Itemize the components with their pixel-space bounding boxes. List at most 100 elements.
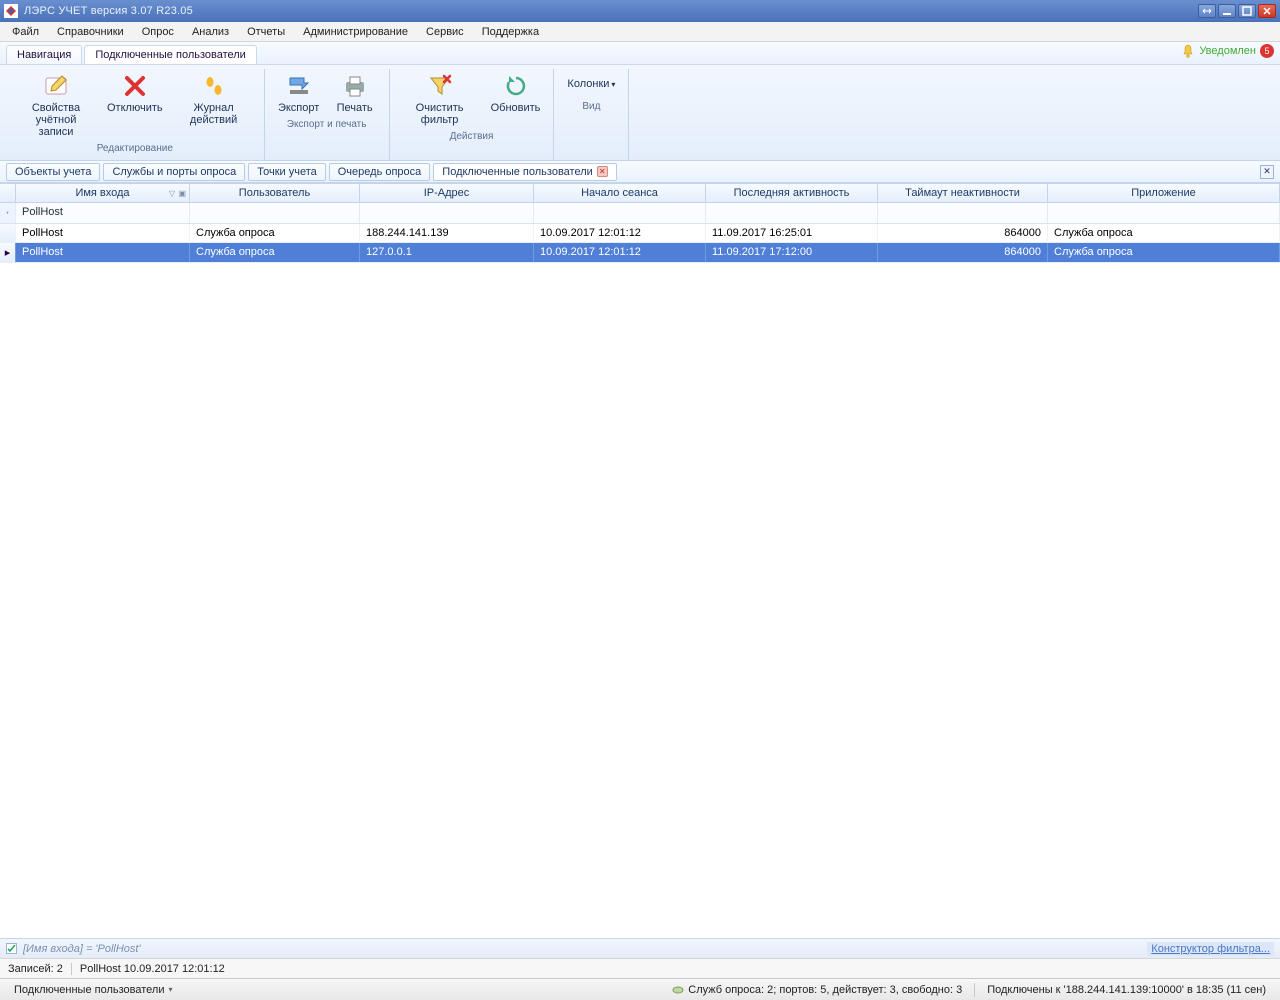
ribbon-btn-export[interactable]: Экспорт bbox=[271, 69, 327, 117]
grid-col-user[interactable]: Пользователь bbox=[190, 184, 360, 202]
ribbon-btn-clear-filter-label: Очистить фильтр bbox=[403, 102, 477, 126]
ribbon-btn-clear-filter[interactable]: Очистить фильтр bbox=[396, 69, 484, 129]
menu-support[interactable]: Поддержка bbox=[474, 24, 547, 40]
ribbon-btn-properties-label: Свойства учётной записи bbox=[19, 102, 93, 138]
grid-filter-login[interactable]: PollHost bbox=[16, 203, 190, 223]
row-indicator: ▸ bbox=[0, 243, 16, 262]
disconnect-icon bbox=[121, 72, 149, 100]
subtab-queue[interactable]: Очередь опроса bbox=[329, 163, 431, 181]
cell-timeout: 864000 bbox=[878, 243, 1048, 262]
window-controls bbox=[1198, 4, 1276, 18]
status-bar: Подключенные пользователи ▾ Служб опроса… bbox=[0, 978, 1280, 1000]
grid-col-start[interactable]: Начало сеанса bbox=[534, 184, 706, 202]
grid-filter-start[interactable] bbox=[534, 203, 706, 223]
grid-filter-ip[interactable] bbox=[360, 203, 534, 223]
menu-admin[interactable]: Администрирование bbox=[295, 24, 416, 40]
ribbon-group-view-label: Вид bbox=[560, 99, 622, 116]
grid-filter-user[interactable] bbox=[190, 203, 360, 223]
ribbon-group-export: Экспорт Печать Экспорт и печать bbox=[265, 69, 390, 160]
menu-file[interactable]: Файл bbox=[4, 24, 47, 40]
notification-label: Уведомлен bbox=[1199, 45, 1256, 57]
cell-app: Служба опроса bbox=[1048, 224, 1280, 242]
ribbon-group-view: Колонки ▾ Вид bbox=[554, 69, 629, 160]
ribbon-group-actions-label: Действия bbox=[396, 129, 548, 146]
close-tab-icon[interactable]: ✕ bbox=[597, 166, 608, 177]
row-indicator bbox=[0, 224, 16, 242]
ribbon-btn-properties[interactable]: Свойства учётной записи bbox=[12, 69, 100, 141]
ribbon-btn-refresh-label: Обновить bbox=[491, 102, 541, 114]
menu-analysis[interactable]: Анализ bbox=[184, 24, 237, 40]
footsteps-icon bbox=[200, 72, 228, 100]
cell-user: Служба опроса bbox=[190, 224, 360, 242]
table-row[interactable]: PollHost Служба опроса 188.244.141.139 1… bbox=[0, 224, 1280, 243]
close-button[interactable] bbox=[1258, 4, 1276, 18]
cell-app: Служба опроса bbox=[1048, 243, 1280, 262]
grid-col-app[interactable]: Приложение bbox=[1048, 184, 1280, 202]
cell-ip: 188.244.141.139 bbox=[360, 224, 534, 242]
ribbon-btn-disconnect[interactable]: Отключить bbox=[100, 69, 170, 117]
ribbon-group-actions: Очистить фильтр Обновить Действия bbox=[390, 69, 555, 160]
clear-filter-icon bbox=[426, 72, 454, 100]
filter-pin-icon[interactable]: ▣ bbox=[178, 189, 186, 198]
grid-filter-last[interactable] bbox=[706, 203, 878, 223]
window-title: ЛЭРС УЧЕТ версия 3.07 R23.05 bbox=[24, 5, 1198, 17]
sort-desc-icon: ▽ bbox=[169, 189, 175, 198]
status-connection: Подключены к '188.244.141.139:10000' в 1… bbox=[981, 984, 1272, 996]
ribbon-group-edit: Свойства учётной записи Отключить Журнал… bbox=[6, 69, 265, 160]
ribbon-btn-print[interactable]: Печать bbox=[327, 69, 383, 117]
maximize-button[interactable] bbox=[1238, 4, 1256, 18]
top-tab-navigation[interactable]: Навигация bbox=[6, 45, 82, 64]
ribbon-btn-journal[interactable]: Журнал действий bbox=[170, 69, 258, 129]
filter-builder-link[interactable]: Конструктор фильтра... bbox=[1147, 942, 1274, 956]
notification-badge: 5 bbox=[1260, 44, 1274, 58]
menu-poll[interactable]: Опрос bbox=[134, 24, 182, 40]
menu-dicts[interactable]: Справочники bbox=[49, 24, 132, 40]
grid-col-timeout[interactable]: Таймаут неактивности bbox=[878, 184, 1048, 202]
grid-col-ip[interactable]: IP-Адрес bbox=[360, 184, 534, 202]
notifications[interactable]: Уведомлен 5 bbox=[1181, 44, 1274, 58]
ribbon-btn-disconnect-label: Отключить bbox=[107, 102, 163, 114]
filter-enabled-checkbox[interactable] bbox=[6, 943, 17, 954]
subtab-points[interactable]: Точки учета bbox=[248, 163, 326, 181]
grid-body[interactable]: PollHost Служба опроса 188.244.141.139 1… bbox=[0, 224, 1280, 938]
close-panel-button[interactable]: ✕ bbox=[1260, 165, 1274, 179]
ribbon-btn-columns[interactable]: Колонки ▾ bbox=[560, 69, 622, 99]
app-icon bbox=[4, 4, 18, 18]
top-tab-connected-users[interactable]: Подключенные пользователи bbox=[84, 45, 257, 64]
subtab-connected-users[interactable]: Подключенные пользователи ✕ bbox=[433, 163, 617, 181]
funnel-icon bbox=[6, 208, 9, 218]
cell-user: Служба опроса bbox=[190, 243, 360, 262]
grid-col-login[interactable]: Имя входа ▽ ▣ bbox=[16, 184, 190, 202]
ribbon-btn-refresh[interactable]: Обновить bbox=[484, 69, 548, 117]
menu-reports[interactable]: Отчеты bbox=[239, 24, 293, 40]
records-bar: Записей: 2 PollHost 10.09.2017 12:01:12 bbox=[0, 958, 1280, 978]
grid-filter-app[interactable] bbox=[1048, 203, 1280, 223]
fullwidth-button[interactable] bbox=[1198, 4, 1216, 18]
refresh-icon bbox=[502, 72, 530, 100]
cell-last: 11.09.2017 16:25:01 bbox=[706, 224, 878, 242]
grid-header: Имя входа ▽ ▣ Пользователь IP-Адрес Нача… bbox=[0, 184, 1280, 203]
menu-bar: Файл Справочники Опрос Анализ Отчеты Адм… bbox=[0, 22, 1280, 42]
menu-service[interactable]: Сервис bbox=[418, 24, 472, 40]
subtab-objects[interactable]: Объекты учета bbox=[6, 163, 100, 181]
grid-col-last[interactable]: Последняя активность bbox=[706, 184, 878, 202]
print-icon bbox=[341, 72, 369, 100]
grid-filter-timeout[interactable] bbox=[878, 203, 1048, 223]
services-icon bbox=[672, 984, 684, 996]
cell-last: 11.09.2017 17:12:00 bbox=[706, 243, 878, 262]
data-grid: Имя входа ▽ ▣ Пользователь IP-Адрес Нача… bbox=[0, 183, 1280, 958]
top-tabstrip: Навигация Подключенные пользователи Увед… bbox=[0, 42, 1280, 65]
subtab-services[interactable]: Службы и порты опроса bbox=[103, 163, 245, 181]
separator bbox=[974, 983, 975, 997]
status-services: Служб опроса: 2; портов: 5, действует: 3… bbox=[666, 984, 968, 996]
cell-ip: 127.0.0.1 bbox=[360, 243, 534, 262]
cell-start: 10.09.2017 12:01:12 bbox=[534, 224, 706, 242]
properties-icon bbox=[42, 72, 70, 100]
grid-filter-bar: [Имя входа] = 'PollHost' Конструктор фил… bbox=[0, 938, 1280, 958]
table-row[interactable]: ▸ PollHost Служба опроса 127.0.0.1 10.09… bbox=[0, 243, 1280, 263]
ribbon-btn-export-label: Экспорт bbox=[278, 102, 319, 114]
ribbon-group-edit-label: Редактирование bbox=[12, 141, 258, 158]
minimize-button[interactable] bbox=[1218, 4, 1236, 18]
records-count: Записей: 2 bbox=[8, 963, 63, 975]
status-left[interactable]: Подключенные пользователи ▾ bbox=[8, 984, 179, 996]
